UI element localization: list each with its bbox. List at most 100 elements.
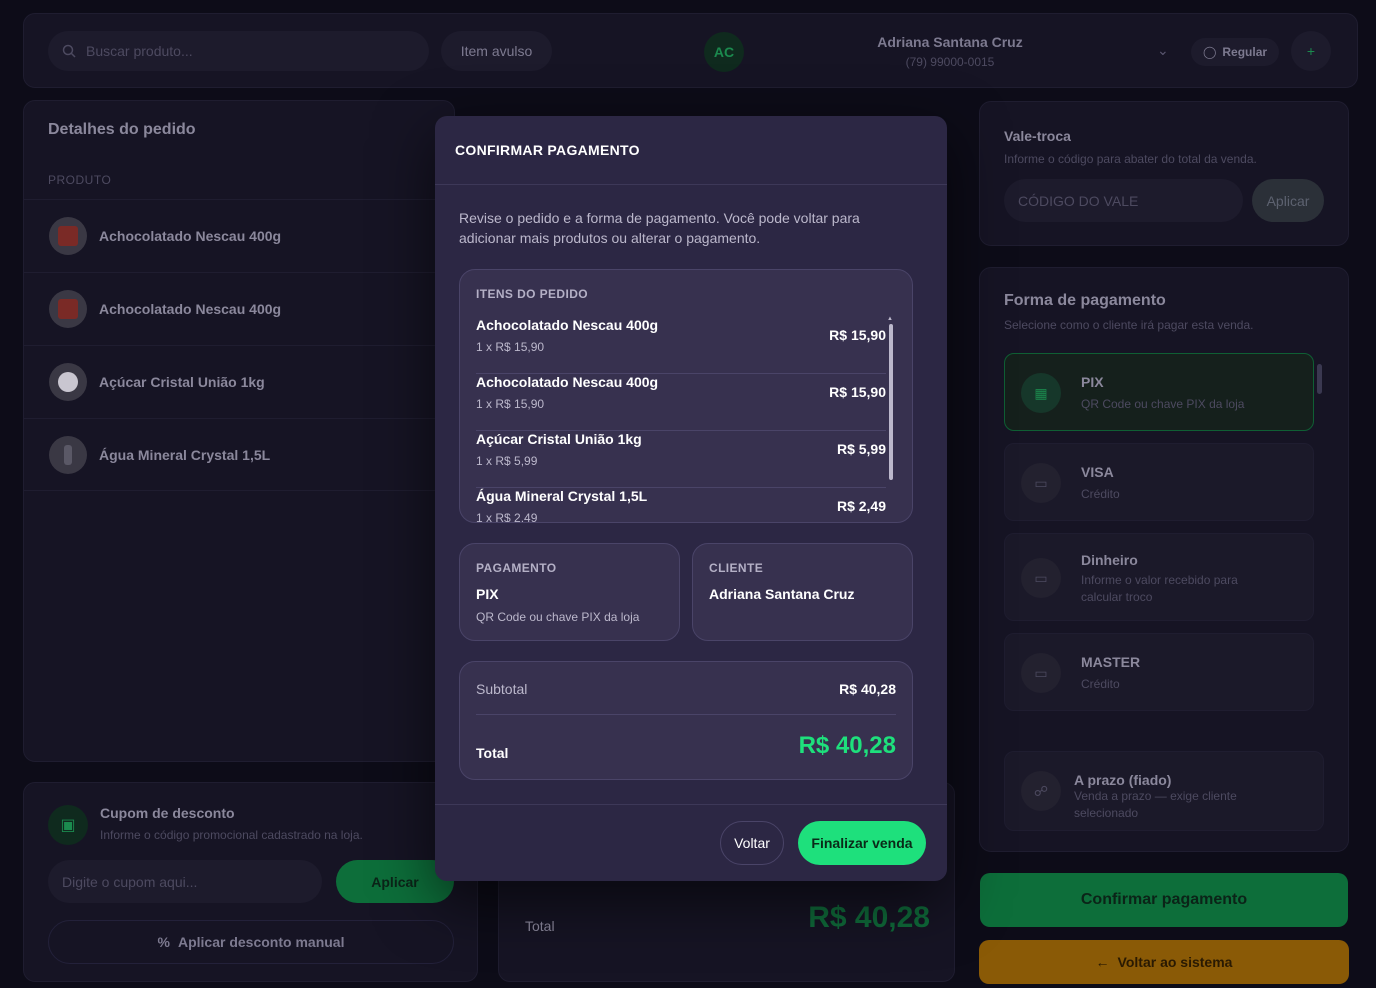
voucher-code-input[interactable]: CÓDIGO DO VALE <box>1004 179 1243 222</box>
customer-phone: (79) 99000-0015 <box>905 55 995 69</box>
voucher-title: Vale-troca <box>1004 128 1071 144</box>
payment-option-desc: Crédito <box>1081 677 1120 691</box>
total-label: Total <box>525 918 555 934</box>
table-row[interactable]: Achocolatado Nescau 400g <box>24 199 456 272</box>
coupon-subtitle: Informe o código promocional cadastrado … <box>100 828 363 842</box>
list-item: Açúcar Cristal União 1kg 1 x R$ 5,99 R$ … <box>476 431 886 488</box>
client-summary-card: CLIENTE Adriana Santana Cruz <box>692 543 913 641</box>
item-quantity: 1 x R$ 15,90 <box>476 397 545 411</box>
product-name: Açúcar Cristal União 1kg <box>99 374 265 390</box>
payment-title: Forma de pagamento <box>1004 292 1166 309</box>
product-thumbnail <box>49 363 87 401</box>
list-item: Achocolatado Nescau 400g 1 x R$ 15,90 R$… <box>476 374 886 431</box>
confirm-payment-modal: CONFIRMAR PAGAMENTO Revise o pedido e a … <box>435 116 947 881</box>
payment-option-desc: Informe o valor recebido para calcular t… <box>1081 573 1238 604</box>
payment-option-credit-account[interactable]: ☍ A prazo (fiado) Venda a prazo — exige … <box>1004 751 1324 831</box>
modal-footer-divider <box>435 804 947 805</box>
payment-method-panel: Forma de pagamento Selecione como o clie… <box>979 267 1349 852</box>
payment-option-desc: Venda a prazo — exige cliente selecionad… <box>1074 789 1237 820</box>
table-row[interactable]: Açúcar Cristal União 1kg <box>24 345 456 418</box>
payment-option-desc: Crédito <box>1081 487 1120 501</box>
user-icon: ◯ <box>1202 45 1217 59</box>
confirm-payment-button[interactable]: Confirmar pagamento <box>980 873 1348 927</box>
payment-option-name: PIX <box>1081 374 1104 390</box>
payment-option-visa[interactable]: ▭ VISA Crédito <box>1004 443 1314 521</box>
product-thumbnail <box>49 217 87 255</box>
scrollbar[interactable] <box>1317 364 1322 394</box>
item-quantity: 1 x R$ 5,99 <box>476 454 538 468</box>
gift-icon: ▣ <box>48 805 88 845</box>
modal-header: CONFIRMAR PAGAMENTO <box>435 116 947 185</box>
item-price: R$ 5,99 <box>836 441 886 457</box>
voucher-apply-button[interactable]: Aplicar <box>1252 179 1324 222</box>
back-to-system-label: Voltar ao sistema <box>1117 954 1233 970</box>
list-item: Água Mineral Crystal 1,5L 1 x R$ 2,49 R$… <box>476 488 886 523</box>
scroll-up-icon[interactable]: ▲ <box>887 316 893 322</box>
payment-option-master[interactable]: ▭ MASTER Crédito <box>1004 633 1314 711</box>
payment-option-desc: QR Code ou chave PIX da loja <box>1081 397 1245 411</box>
total-value: R$ 40,28 <box>798 732 896 759</box>
table-row[interactable]: Água Mineral Crystal 1,5L <box>24 418 456 491</box>
order-details-panel: Detalhes do pedido PRODUTO Achocolatado … <box>23 100 456 762</box>
payment-subtitle: Selecione como o cliente irá pagar esta … <box>1004 318 1254 332</box>
product-name: Água Mineral Crystal 1,5L <box>99 446 271 463</box>
divider <box>476 714 896 715</box>
order-title: Detalhes do pedido <box>48 121 196 138</box>
client-name: Adriana Santana Cruz <box>709 586 855 602</box>
product-search-input[interactable]: Buscar produto... <box>48 31 429 71</box>
voucher-subtitle: Informe o código para abater do total da… <box>1004 152 1257 166</box>
cash-icon: ▭ <box>1021 558 1061 598</box>
search-icon <box>62 44 76 58</box>
modal-description: Revise o pedido e a forma de pagamento. … <box>459 210 860 246</box>
client-label: CLIENTE <box>709 561 764 575</box>
payment-method-desc: QR Code ou chave PIX da loja <box>476 610 640 624</box>
back-to-system-button[interactable]: ← Voltar ao sistema <box>979 940 1349 984</box>
order-items-card: ITENS DO PEDIDO Achocolatado Nescau 400g… <box>459 269 913 523</box>
totals-card: Subtotal R$ 40,28 Total R$ 40,28 <box>459 661 913 780</box>
payment-option-pix[interactable]: ▦ PIX QR Code ou chave PIX da loja <box>1004 353 1314 431</box>
customer-name[interactable]: Adriana Santana Cruz <box>764 34 1136 50</box>
back-button[interactable]: Voltar <box>720 821 784 865</box>
item-quantity: 1 x R$ 15,90 <box>476 340 545 354</box>
regular-label: Regular <box>1222 45 1268 59</box>
modal-title: CONFIRMAR PAGAMENTO <box>455 142 640 158</box>
payment-option-name: A prazo (fiado) <box>1074 772 1172 788</box>
chevron-down-icon[interactable]: ⌄ <box>1157 42 1169 59</box>
coupon-panel: ▣ Cupom de desconto Informe o código pro… <box>23 782 478 982</box>
product-thumbnail <box>49 435 87 474</box>
arrow-left-icon: ← <box>1095 954 1110 970</box>
items-scrollbar[interactable] <box>889 324 893 480</box>
manual-discount-button[interactable]: % Aplicar desconto manual <box>48 920 454 964</box>
percent-icon: % <box>157 934 170 950</box>
coupon-input[interactable]: Digite o cupom aqui... <box>48 860 322 903</box>
item-price: R$ 2,49 <box>836 498 886 514</box>
table-row[interactable]: Achocolatado Nescau 400g <box>24 272 456 345</box>
product-thumbnail <box>49 290 87 328</box>
item-price: R$ 15,90 <box>829 327 886 343</box>
handshake-icon: ☍ <box>1021 771 1061 811</box>
credit-card-icon: ▭ <box>1021 653 1061 693</box>
payment-option-name: VISA <box>1081 464 1114 480</box>
item-name: Água Mineral Crystal 1,5L <box>476 488 648 504</box>
product-name: Achocolatado Nescau 400g <box>99 301 282 317</box>
payment-method-name: PIX <box>476 586 499 602</box>
total-value: R$ 40,28 <box>808 901 930 934</box>
item-quantity: 1 x R$ 2,49 <box>476 511 538 523</box>
regular-badge[interactable]: ◯ Regular <box>1191 38 1279 66</box>
payment-option-name: MASTER <box>1081 654 1141 670</box>
payment-label: PAGAMENTO <box>476 561 557 575</box>
add-user-icon[interactable]: + <box>1291 31 1331 71</box>
credit-card-icon: ▭ <box>1021 463 1061 503</box>
manual-discount-label: Aplicar desconto manual <box>177 934 345 950</box>
item-name: Achocolatado Nescau 400g <box>476 317 659 333</box>
subtotal-value: R$ 40,28 <box>839 681 896 697</box>
finalize-sale-button[interactable]: Finalizar venda <box>798 821 926 865</box>
payment-summary-card: PAGAMENTO PIX QR Code ou chave PIX da lo… <box>459 543 680 641</box>
product-name: Achocolatado Nescau 400g <box>99 228 282 244</box>
payment-option-cash[interactable]: ▭ Dinheiro Informe o valor recebido para… <box>1004 533 1314 621</box>
payment-option-name: Dinheiro <box>1081 552 1138 568</box>
order-items-label: ITENS DO PEDIDO <box>476 287 589 301</box>
item-name: Achocolatado Nescau 400g <box>476 374 659 390</box>
loose-item-button[interactable]: Item avulso <box>441 31 552 71</box>
top-bar: Buscar produto... Item avulso AC Adriana… <box>23 13 1358 88</box>
